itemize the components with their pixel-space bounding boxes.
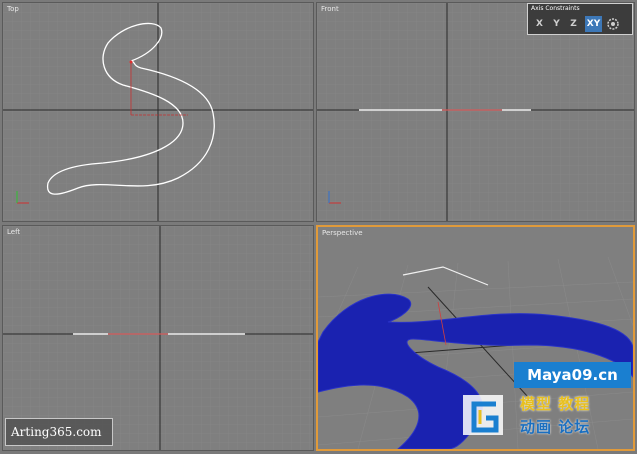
gear-icon[interactable] [605, 16, 621, 32]
axis-z-button[interactable]: Z [566, 16, 581, 32]
viewport-label-front[interactable]: Front [321, 5, 339, 13]
watermark-maya: Maya09.cn [514, 362, 631, 388]
axis-constraints-toolbar: Axis Constraints X Y Z XY [527, 3, 633, 35]
viewport-label-perspective[interactable]: Perspective [322, 229, 363, 237]
viewport-front[interactable]: Front [316, 2, 635, 222]
axis-y-button[interactable]: Y [549, 16, 564, 32]
axis-constraints-title: Axis Constraints [531, 5, 580, 12]
watermark-arting: Arting365.com [5, 418, 113, 446]
axis-x-button[interactable]: X [532, 16, 547, 32]
cg-logo-icon [460, 392, 510, 442]
viewport-label-top[interactable]: Top [7, 5, 19, 13]
watermark-cn-line1: 模型 教程 [520, 395, 591, 413]
axis-xy-button[interactable]: XY [585, 16, 602, 32]
watermark-cn-line2: 动画 论坛 [520, 418, 591, 436]
viewport-top[interactable]: Top [2, 2, 314, 222]
viewport-label-left[interactable]: Left [7, 228, 20, 236]
